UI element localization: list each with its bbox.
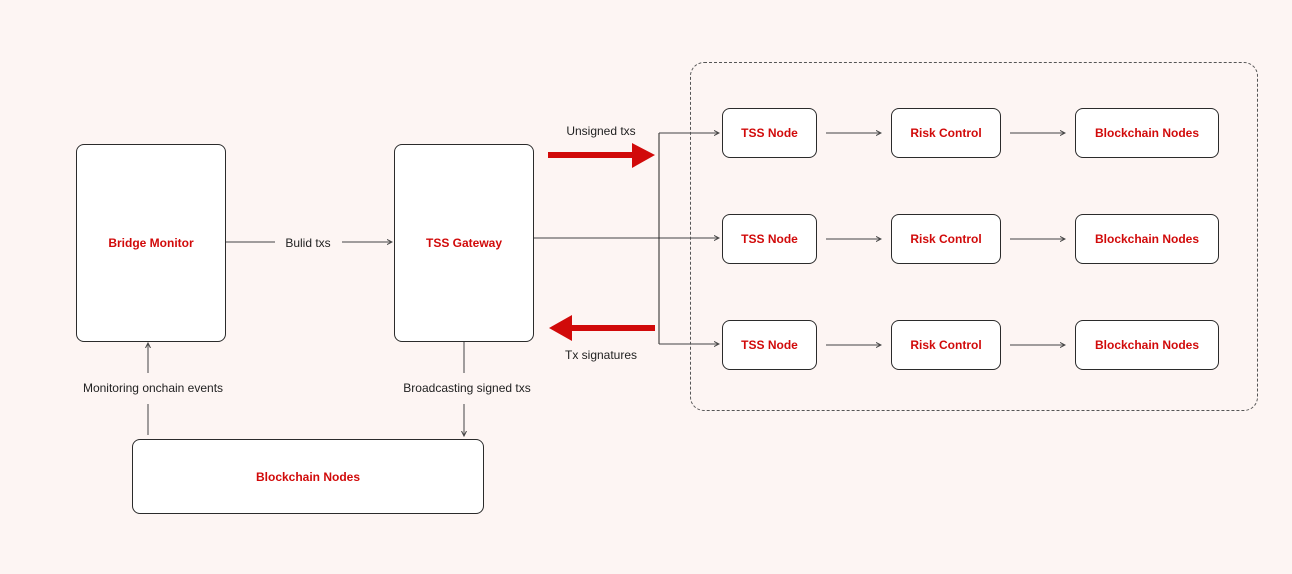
risk-control-2[interactable]: Risk Control: [891, 214, 1001, 264]
tss-gateway-label: TSS Gateway: [425, 236, 503, 250]
blockchain-nodes-2-label: Blockchain Nodes: [1094, 232, 1200, 246]
bridge-monitor-label: Bridge Monitor: [108, 236, 194, 250]
risk-control-3-label: Risk Control: [910, 338, 982, 352]
risk-control-3[interactable]: Risk Control: [891, 320, 1001, 370]
tss-node-3-label: TSS Node: [741, 338, 798, 352]
tss-node-1-label: TSS Node: [741, 126, 798, 140]
blockchain-nodes-3-label: Blockchain Nodes: [1094, 338, 1200, 352]
blockchain-nodes-1-label: Blockchain Nodes: [1094, 126, 1200, 140]
blockchain-nodes-3[interactable]: Blockchain Nodes: [1075, 320, 1219, 370]
tss-node-2-label: TSS Node: [741, 232, 798, 246]
blockchain-nodes-1[interactable]: Blockchain Nodes: [1075, 108, 1219, 158]
tx-signatures-label: Tx signatures: [560, 348, 642, 362]
broadcasting-label: Broadcasting signed txs: [399, 381, 535, 395]
tx-signatures-red-arrow: [549, 315, 655, 341]
blockchain-nodes-bottom-label: Blockchain Nodes: [255, 469, 361, 484]
risk-control-1-label: Risk Control: [910, 126, 982, 140]
monitoring-label: Monitoring onchain events: [78, 381, 228, 395]
tss-node-3[interactable]: TSS Node: [722, 320, 817, 370]
unsigned-txs-label: Unsigned txs: [562, 124, 640, 138]
blockchain-nodes-bottom[interactable]: Blockchain Nodes: [132, 439, 484, 514]
risk-control-1[interactable]: Risk Control: [891, 108, 1001, 158]
build-txs-label: Bulid txs: [281, 236, 335, 250]
tss-node-2[interactable]: TSS Node: [722, 214, 817, 264]
bridge-monitor-node[interactable]: Bridge Monitor: [76, 144, 226, 342]
tss-gateway-node[interactable]: TSS Gateway: [394, 144, 534, 342]
unsigned-txs-red-arrow: [548, 143, 655, 168]
tss-node-1[interactable]: TSS Node: [722, 108, 817, 158]
blockchain-nodes-2[interactable]: Blockchain Nodes: [1075, 214, 1219, 264]
risk-control-2-label: Risk Control: [910, 232, 982, 246]
